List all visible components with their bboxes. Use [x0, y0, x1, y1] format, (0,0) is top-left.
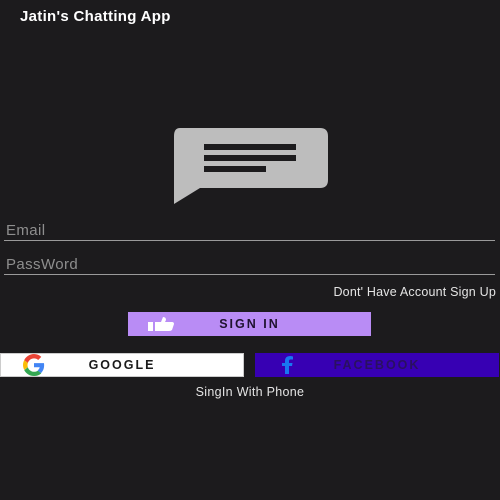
facebook-label: FACEBOOK	[333, 358, 421, 372]
email-field-container	[4, 220, 497, 241]
facebook-sign-in-button[interactable]: FACEBOOK	[255, 353, 499, 377]
google-label: GOOGLE	[88, 358, 156, 372]
app-title: Jatin's Chatting App	[20, 8, 171, 25]
facebook-icon	[282, 356, 293, 374]
password-field[interactable]	[4, 254, 497, 274]
email-field[interactable]	[4, 220, 497, 240]
google-icon	[23, 354, 45, 376]
sign-in-button[interactable]: SIGN IN	[128, 312, 371, 336]
thumbs-up-icon	[148, 317, 174, 331]
signup-link[interactable]: Dont' Have Account Sign Up	[333, 285, 496, 299]
google-sign-in-button[interactable]: GOOGLE	[0, 353, 244, 377]
password-field-container	[4, 254, 497, 275]
sign-in-with-phone-link[interactable]: SingIn With Phone	[0, 385, 500, 399]
sign-in-label: SIGN IN	[219, 317, 280, 331]
chat-message-icon	[174, 128, 328, 204]
